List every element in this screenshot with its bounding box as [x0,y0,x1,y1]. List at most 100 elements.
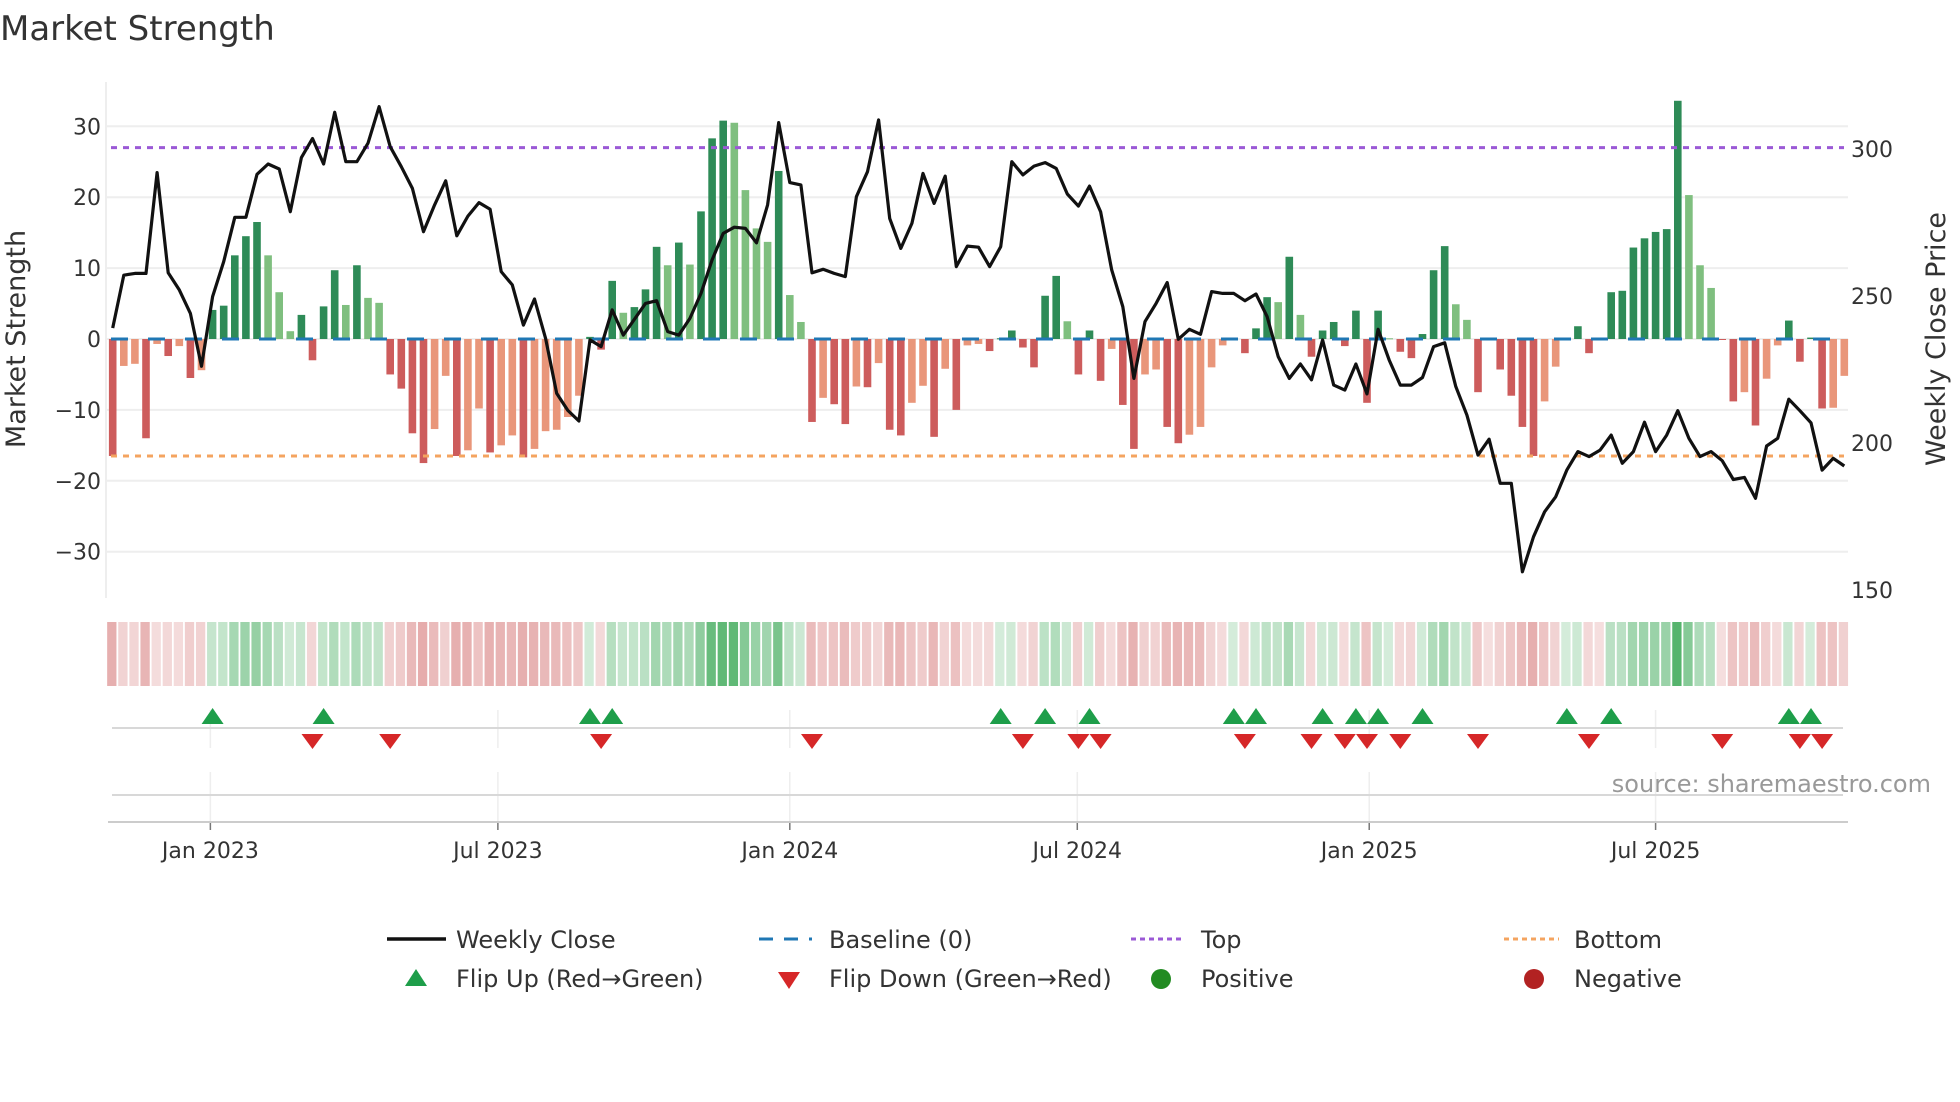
flip-down-marker [1356,734,1378,749]
strip-cell [1028,622,1038,686]
flip-down-marker [1467,734,1489,749]
flip-down-marker [590,734,613,749]
circle-icon [1151,969,1171,989]
legend-item-bottom[interactable]: Bottom [1504,926,1662,954]
flip-up-marker [1800,708,1822,724]
strip-cell [806,622,816,686]
strip-cell [1017,622,1027,686]
flip-up-marker [1311,708,1334,724]
flip-up-marker [1555,708,1578,724]
strip-cell [1250,622,1260,686]
y2-tick-label: 150 [1851,579,1893,604]
strip-cell [784,622,794,686]
strip-cell [484,622,494,686]
strip-cell [839,622,850,686]
strip-cell [284,622,295,686]
flip-down-marker [1811,734,1834,749]
strip-cell [1206,622,1216,686]
strip-cell [695,622,705,686]
strip-cell [1294,622,1305,686]
strip-cell [1683,622,1693,686]
flip-up-marker [1034,708,1057,724]
strip-cell [373,622,383,686]
strip-cell [1516,622,1527,686]
strip-cell [1361,622,1371,686]
strip-cell [1572,622,1582,686]
bar-positive [641,289,650,339]
strip-cell [773,622,783,686]
bar-positive [708,138,716,339]
y-tick-label: 30 [73,115,101,140]
strip-cell [1561,622,1571,686]
flip-up-marker [201,708,224,724]
strip-cell [429,622,439,686]
strip-cell [573,622,583,686]
strip-cell [1172,622,1183,686]
y2-axis-label: Weekly Close Price [1921,212,1952,466]
legend-item-positive[interactable]: Positive [1151,965,1294,993]
bar-negative [1407,339,1416,359]
strip-cell [1416,622,1427,686]
strip-cell [606,622,616,686]
bar-negative [142,339,150,439]
strip-cell [1738,622,1749,686]
legend: Weekly Close Baseline (0) Top Bottom Fli… [387,926,1682,993]
strip-cell [1428,622,1438,686]
bar-negative [575,339,583,396]
strip-cell [1106,622,1116,686]
flip-down-marker [1233,734,1256,749]
legend-item-weekly-close[interactable]: Weekly Close [387,926,616,954]
strip-cell [639,622,650,686]
bar-positive [1696,265,1704,339]
bar-positive [1785,320,1793,339]
bar-negative [1119,339,1127,405]
bar-positive [1285,256,1294,339]
strip-cell [1805,622,1815,686]
y-tick-label: 10 [73,257,101,282]
bar-positive [1452,304,1460,339]
strip-cell [1283,622,1294,686]
flip-down-marker [1333,734,1356,749]
legend-item-top[interactable]: Top [1131,926,1242,954]
y-tick-label: −10 [55,399,101,424]
flip-markers: Jan 2023 Jul 2023 Jan 2024 Jul 2024 Jan 2025… [108,708,1848,864]
bar-positive [1440,246,1449,339]
x-tick-label: Jan 2023 [160,839,259,864]
legend-item-flip-down[interactable]: Flip Down (Green→Red) [778,965,1112,993]
strip-cell [107,622,117,686]
bar-positive [686,264,694,339]
strip-cell [162,622,172,686]
bar-positive [1296,314,1305,339]
legend-item-flip-up[interactable]: Flip Up (Red→Green) [405,965,704,993]
strip-cell [1783,622,1793,686]
bar-positive [1052,275,1060,339]
strip-cell [795,622,805,686]
strip-cell [1050,622,1060,686]
legend-item-baseline[interactable]: Baseline (0) [759,926,972,954]
bar-negative [1074,339,1083,375]
strip-cell [528,622,539,686]
bar-negative [852,339,861,387]
flip-up-marker [1411,708,1434,724]
bar-positive [1329,321,1338,339]
strip-cell [617,622,628,686]
bar-negative [175,339,184,347]
strip-cell [1616,622,1627,686]
flip-down-marker [801,734,823,749]
strip-cell [184,622,195,686]
legend-item-negative[interactable]: Negative [1524,965,1682,993]
strip-cell [673,622,683,686]
bar-negative [164,339,172,357]
strip-cell [1483,622,1493,686]
strip-cell [229,622,239,686]
bar-negative [1152,339,1160,370]
bar-positive [275,292,283,339]
strip-cell [1727,622,1738,686]
strip-cell [1594,622,1604,686]
strip-cell [318,622,328,686]
bar-positive [1607,292,1615,339]
strip-cell [273,622,283,686]
strip-cell [118,622,128,686]
strip-cell [662,622,672,686]
flip-down-marker [301,734,324,749]
